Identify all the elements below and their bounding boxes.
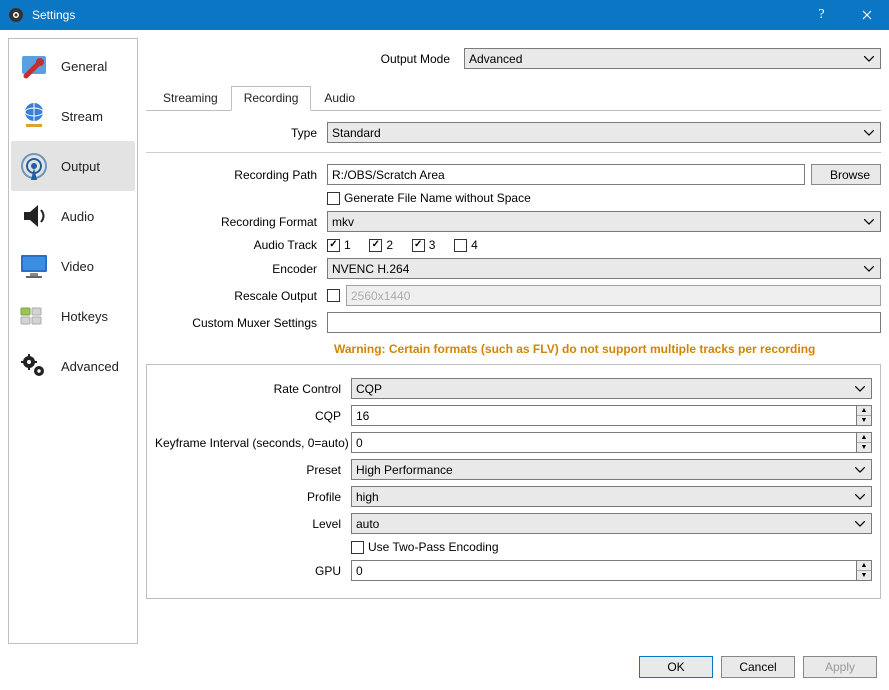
app-icon [8,7,24,23]
keyframe-label: Keyframe Interval (seconds, 0=auto) [155,436,345,450]
preset-select[interactable]: High Performance [351,459,872,480]
cqp-input[interactable] [351,405,856,426]
sidebar-item-hotkeys[interactable]: Hotkeys [11,291,135,341]
profile-label: Profile [155,490,345,504]
keyframe-input[interactable] [351,432,856,453]
warning-text: Warning: Certain formats (such as FLV) d… [146,336,881,358]
twopass-label: Use Two-Pass Encoding [368,540,499,554]
checkbox-box [327,192,340,205]
sidebar-item-video[interactable]: Video [11,241,135,291]
level-select[interactable]: auto [351,513,872,534]
spin-up[interactable]: ▲ [857,561,871,571]
no-space-label: Generate File Name without Space [344,191,531,205]
muxer-input[interactable] [327,312,881,333]
rate-control-label: Rate Control [155,382,345,396]
track-1-checkbox[interactable]: 1 [327,238,351,252]
sidebar-item-stream[interactable]: Stream [11,91,135,141]
recording-path-input[interactable] [327,164,805,185]
spin-down[interactable]: ▼ [857,443,871,452]
sidebar-item-label: General [61,59,107,74]
titlebar: Settings ? [0,0,889,30]
cqp-spinner[interactable]: ▲▼ [351,405,872,426]
recording-format-select[interactable]: mkv [327,211,881,232]
keyboard-icon [17,299,51,333]
output-mode-label: Output Mode [146,52,456,66]
broadcast-icon [17,149,51,183]
twopass-checkbox[interactable]: Use Two-Pass Encoding [351,540,499,554]
recording-format-label: Recording Format [146,215,321,229]
tab-audio[interactable]: Audio [311,86,368,111]
encoder-label: Encoder [146,262,321,276]
recording-path-label: Recording Path [146,168,321,182]
spin-down[interactable]: ▼ [857,571,871,580]
speaker-icon [17,199,51,233]
sidebar-item-audio[interactable]: Audio [11,191,135,241]
gpu-label: GPU [155,564,345,578]
level-label: Level [155,517,345,531]
track-4-checkbox[interactable]: 4 [454,238,478,252]
sidebar-item-label: Stream [61,109,103,124]
tab-recording[interactable]: Recording [231,86,312,111]
apply-button[interactable]: Apply [803,656,877,678]
track-2-checkbox[interactable]: 2 [369,238,393,252]
rescale-select: 2560x1440 [346,285,881,306]
sidebar: General Stream Output Audio Video Hotkey… [8,38,138,644]
gpu-spinner[interactable]: ▲▼ [351,560,872,581]
encoder-settings-group: Rate Control CQP CQP ▲▼ Keyframe Interva… [146,364,881,599]
audio-track-label: Audio Track [146,238,321,252]
help-button[interactable]: ? [799,0,844,30]
type-label: Type [146,126,321,140]
sidebar-item-label: Audio [61,209,94,224]
cancel-button[interactable]: Cancel [721,656,795,678]
monitor-icon [17,249,51,283]
output-mode-select[interactable]: Advanced [464,48,881,69]
wrench-icon [17,49,51,83]
sidebar-item-general[interactable]: General [11,41,135,91]
globe-icon [17,99,51,133]
spin-down[interactable]: ▼ [857,416,871,425]
sidebar-item-label: Advanced [61,359,119,374]
ok-button[interactable]: OK [639,656,713,678]
footer: OK Cancel Apply [0,652,889,690]
encoder-select[interactable]: NVENC H.264 [327,258,881,279]
browse-button[interactable]: Browse [811,164,881,185]
muxer-label: Custom Muxer Settings [146,316,321,330]
tab-bar: Streaming Recording Audio [146,85,881,111]
window-title: Settings [32,8,799,22]
cqp-label: CQP [155,409,345,423]
close-button[interactable] [844,0,889,30]
keyframe-spinner[interactable]: ▲▼ [351,432,872,453]
rescale-checkbox[interactable] [327,289,340,302]
main-panel: Output Mode Advanced Streaming Recording… [146,38,881,644]
sidebar-item-label: Output [61,159,100,174]
preset-label: Preset [155,463,345,477]
gpu-input[interactable] [351,560,856,581]
no-space-checkbox[interactable]: Generate File Name without Space [327,191,531,205]
rate-control-select[interactable]: CQP [351,378,872,399]
tab-streaming[interactable]: Streaming [150,86,231,111]
type-select[interactable]: Standard [327,122,881,143]
spin-up[interactable]: ▲ [857,433,871,443]
spin-up[interactable]: ▲ [857,406,871,416]
gears-icon [17,349,51,383]
profile-select[interactable]: high [351,486,872,507]
sidebar-item-output[interactable]: Output [11,141,135,191]
sidebar-item-label: Video [61,259,94,274]
sidebar-item-advanced[interactable]: Advanced [11,341,135,391]
track-3-checkbox[interactable]: 3 [412,238,436,252]
sidebar-item-label: Hotkeys [61,309,108,324]
rescale-label: Rescale Output [146,289,321,303]
